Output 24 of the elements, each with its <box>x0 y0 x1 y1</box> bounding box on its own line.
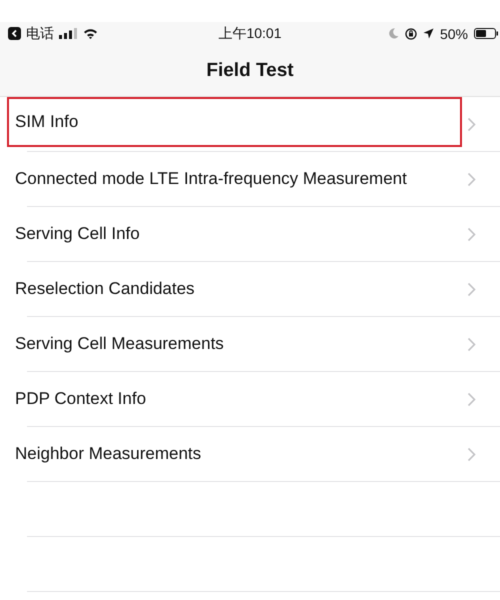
moon-icon <box>388 28 399 39</box>
chevron-icon <box>467 392 476 406</box>
chevron-icon <box>467 116 476 132</box>
battery-icon <box>474 28 498 39</box>
list-item[interactable]: Neighbor Measurements <box>7 429 465 479</box>
list-item[interactable]: SIM Info <box>7 97 462 147</box>
chevron-icon <box>467 336 476 352</box>
rotation-lock-icon <box>404 28 417 40</box>
wifi-icon <box>83 28 98 39</box>
signal-icon <box>59 28 78 39</box>
clock: 上午10:01 <box>217 24 283 42</box>
screen-title: Field Test <box>206 60 294 82</box>
chevron-icon <box>467 226 476 242</box>
battery-percent: 50% <box>440 26 468 42</box>
chevron-icon <box>467 172 476 186</box>
chevron-icon <box>467 282 476 296</box>
back-app-label[interactable]: 电话 <box>26 24 54 42</box>
location-arrow-icon <box>422 28 434 39</box>
list-item[interactable]: Reselection Candidates <box>7 264 465 314</box>
list-item[interactable]: Connected mode LTE Intra-frequency Measurement <box>7 154 465 204</box>
list-item[interactable]: Serving Cell Measurements <box>7 319 465 369</box>
list-item[interactable]: PDP Context Info <box>7 374 465 424</box>
list-item[interactable]: Serving Cell Info <box>7 209 465 259</box>
chevron-icon <box>467 446 476 462</box>
